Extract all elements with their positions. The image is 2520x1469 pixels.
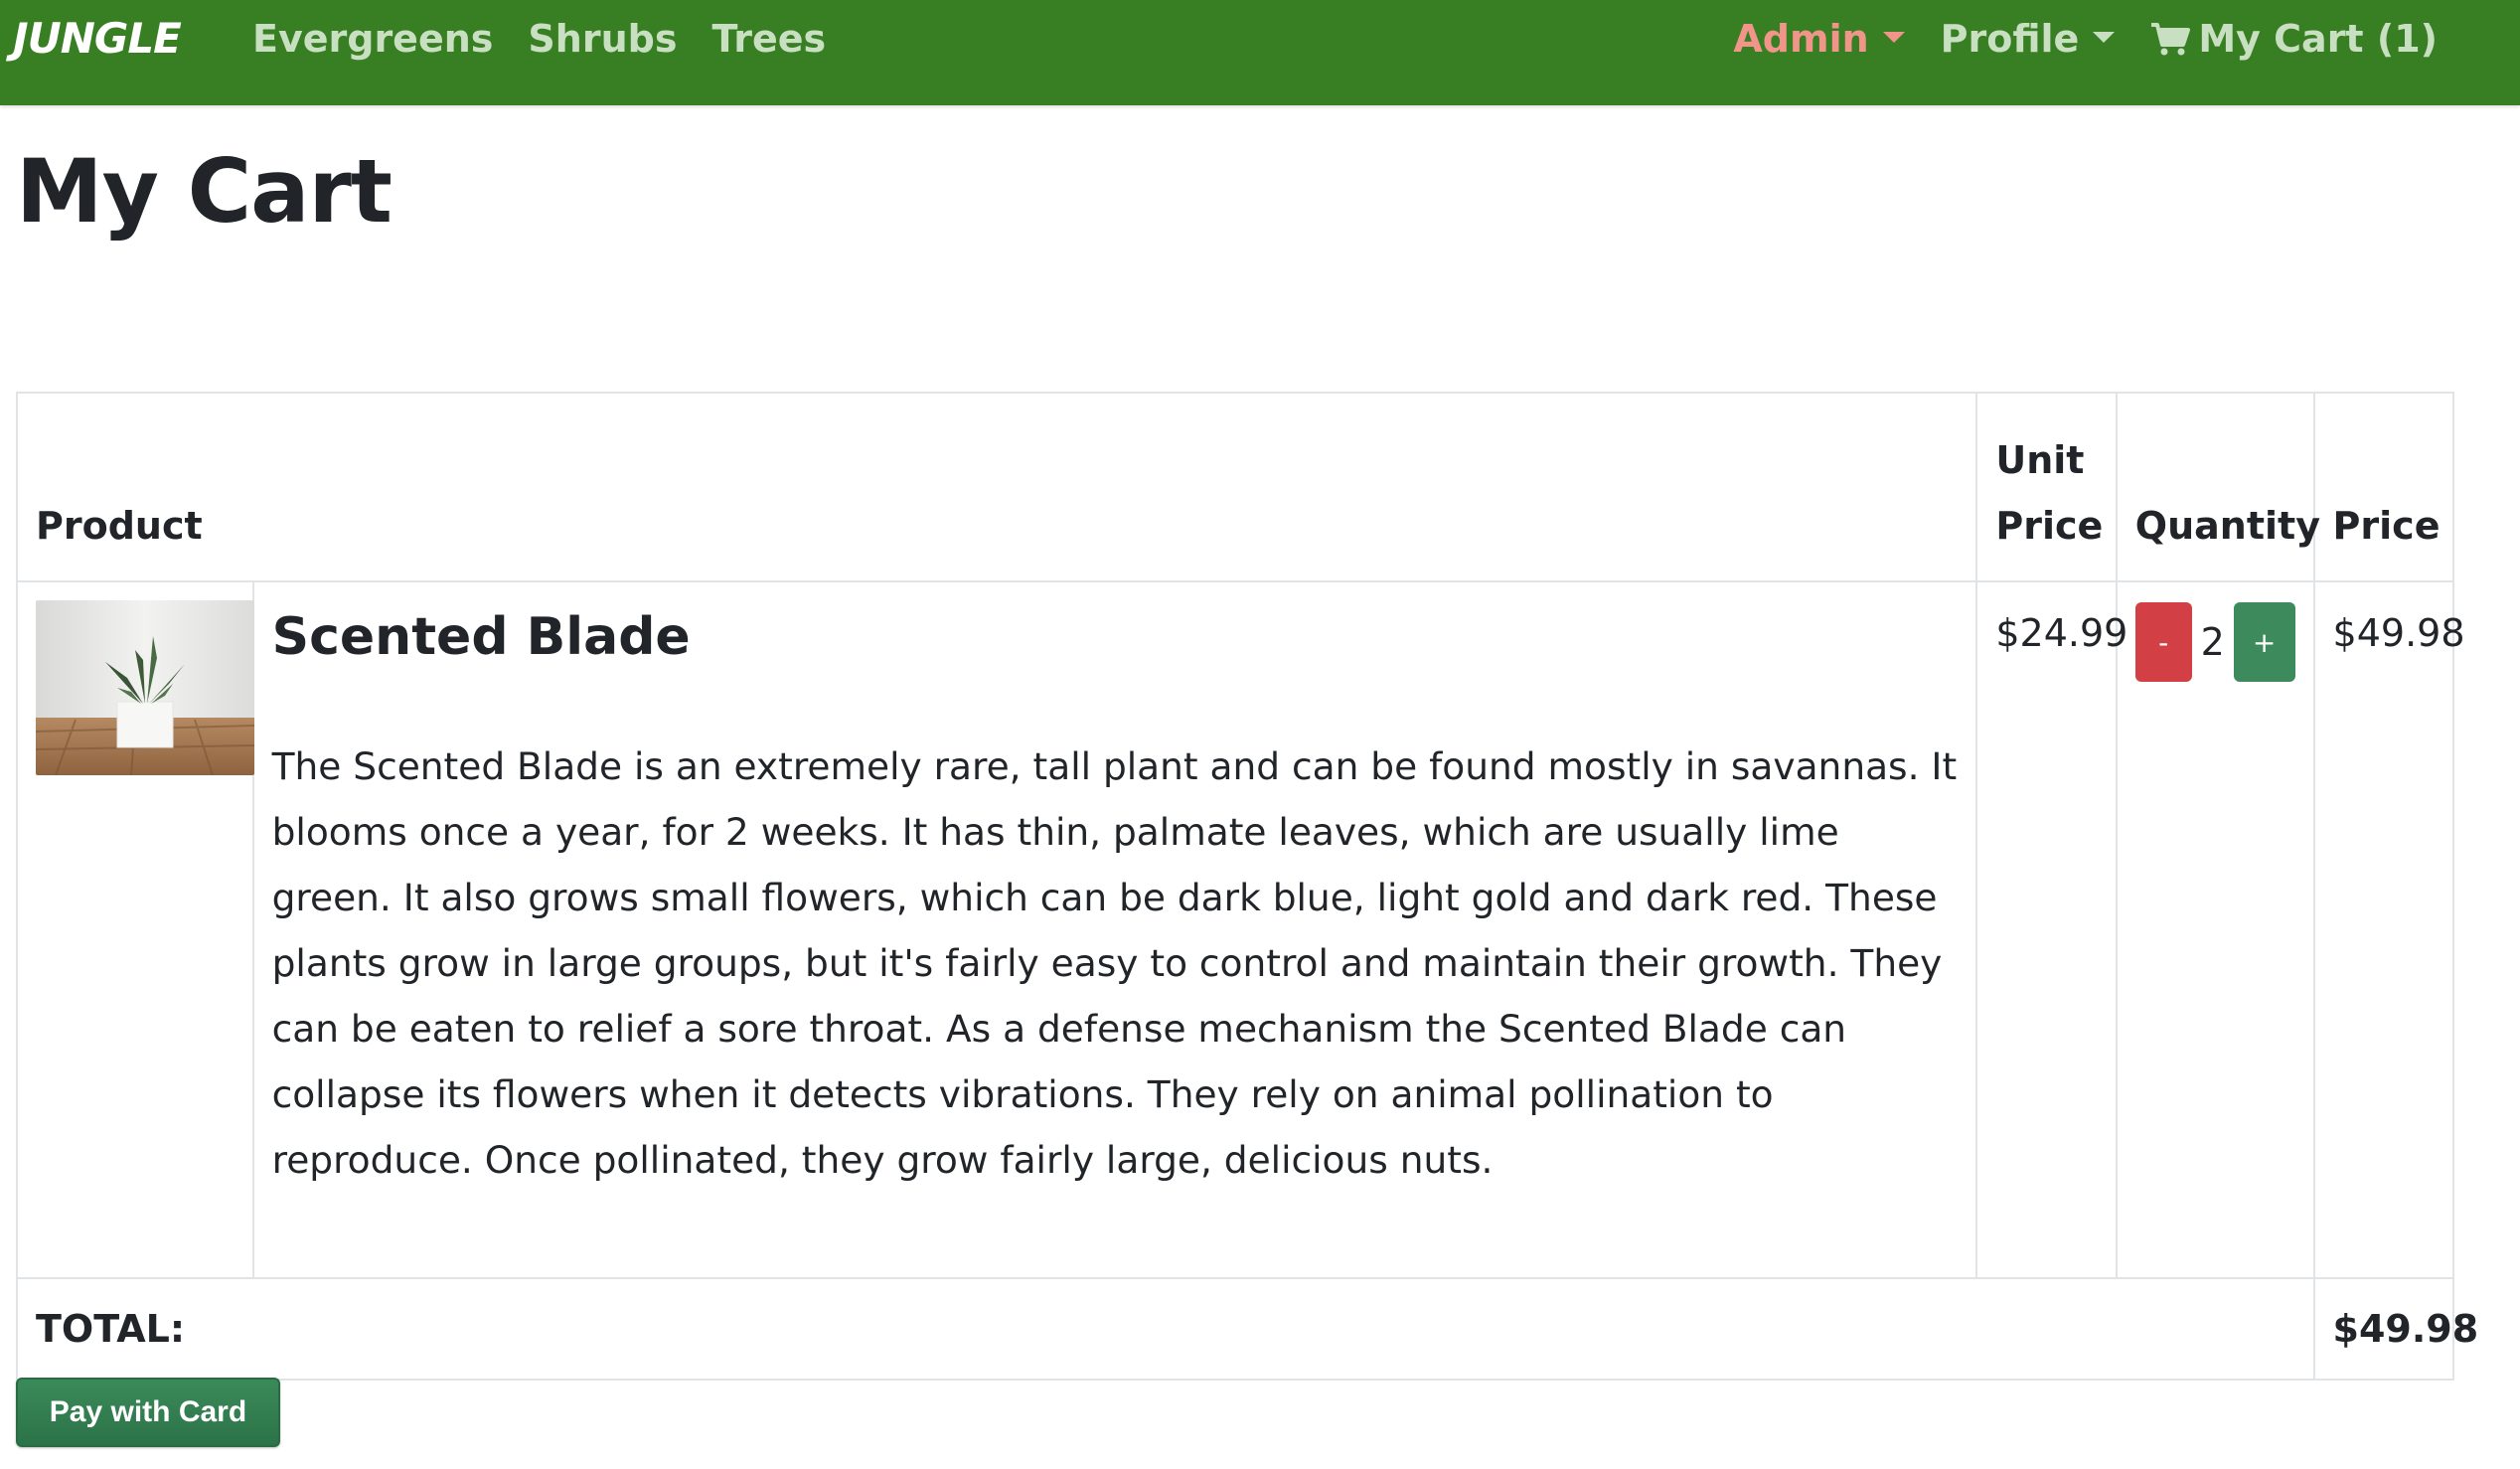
admin-dropdown[interactable]: Admin (1733, 14, 1905, 64)
shopping-cart-icon (2151, 23, 2191, 56)
header-price: Price (2312, 392, 2455, 582)
unit-price-cell: $24.99 (1975, 580, 2127, 1279)
navbar: JUNGLE Evergreens Shrubs Trees Admin Pro… (0, 0, 2520, 105)
decrease-quantity-button[interactable]: - (2134, 602, 2192, 682)
header-product: Product (15, 392, 1978, 582)
table-header-row: Product Unit Price Quantity Price (15, 392, 2455, 582)
product-image (36, 600, 254, 775)
brand-logo[interactable]: JUNGLE (13, 14, 182, 64)
product-name[interactable]: Scented Blade (272, 602, 1959, 672)
price-cell: $49.98 (2312, 580, 2465, 1279)
nav-link-evergreens[interactable]: Evergreens (252, 14, 493, 64)
quantity-cell: - 2 + (2115, 580, 2315, 1279)
unit-price: $24.99 (1995, 611, 2128, 655)
caret-down-icon (2093, 31, 2116, 43)
quantity-stepper: - 2 + (2134, 602, 2295, 682)
nav-link-shrubs[interactable]: Shrubs (528, 14, 677, 64)
product-description: The Scented Blade is an extremely rare, … (271, 744, 1958, 1182)
profile-dropdown[interactable]: Profile (1941, 14, 2116, 64)
total-row: TOTAL: $49.98 (16, 1277, 2478, 1381)
caret-down-icon (1882, 31, 1905, 43)
my-cart-label: My Cart (1) (2198, 17, 2438, 61)
product-info-cell: Scented Blade The Scented Blade is an ex… (251, 580, 1978, 1279)
cart-table: Product Unit Price Quantity Price Scente… (15, 392, 2478, 1381)
profile-dropdown-label: Profile (1940, 17, 2080, 61)
nav-link-trees[interactable]: Trees (711, 14, 826, 64)
product-image-cell (16, 580, 254, 1279)
admin-dropdown-label: Admin (1733, 17, 1869, 61)
total-value: $49.98 (2312, 1277, 2478, 1381)
increase-quantity-button[interactable]: + (2233, 602, 2295, 682)
header-unit-price: Unit Price (1975, 392, 2118, 582)
nav-links: Evergreens Shrubs Trees (252, 14, 861, 64)
header-quantity: Quantity (2115, 392, 2320, 582)
pay-with-card-button[interactable]: Pay with Card (16, 1378, 280, 1447)
my-cart-link[interactable]: My Cart (1) (2150, 14, 2438, 64)
page-title: My Cart (16, 140, 393, 243)
total-label: TOTAL: (16, 1277, 2315, 1381)
quantity-value: 2 (2200, 620, 2225, 664)
line-price: $49.98 (2332, 611, 2465, 655)
nav-right-menu: Admin Profile My Cart (1) (1697, 14, 2438, 64)
table-row: Scented Blade The Scented Blade is an ex… (16, 580, 2465, 1279)
